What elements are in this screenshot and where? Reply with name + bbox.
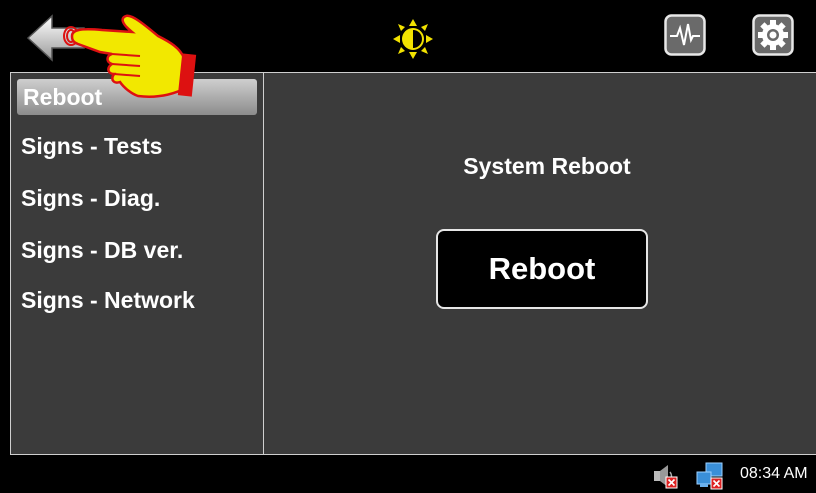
speaker-muted-icon[interactable] — [652, 463, 678, 489]
sidebar-item-signs-tests[interactable]: Signs - Tests — [21, 133, 162, 160]
clock[interactable]: 08:34 AM — [740, 465, 808, 483]
network-disconnected-icon[interactable] — [696, 462, 724, 490]
waveform-icon[interactable] — [664, 14, 706, 56]
brightness-icon[interactable] — [392, 18, 434, 60]
sidebar-item-signs-diag[interactable]: Signs - Diag. — [21, 185, 160, 212]
sidebar-item-reboot[interactable]: Reboot — [17, 79, 257, 115]
main-panel: System Reboot Reboot — [264, 72, 816, 455]
back-arrow-icon[interactable] — [26, 14, 86, 62]
reboot-button[interactable]: Reboot — [436, 229, 648, 309]
sidebar-item-label: Reboot — [23, 84, 103, 110]
top-toolbar — [0, 0, 816, 98]
gear-icon[interactable] — [752, 14, 794, 56]
sidebar-menu: Reboot Signs - Tests Signs - Diag. Signs… — [10, 72, 264, 455]
status-bar: 08:34 AM — [0, 455, 816, 493]
page-title: System Reboot — [463, 153, 631, 179]
sidebar-item-signs-network[interactable]: Signs - Network — [21, 287, 195, 314]
sidebar-item-signs-db-ver[interactable]: Signs - DB ver. — [21, 237, 183, 264]
